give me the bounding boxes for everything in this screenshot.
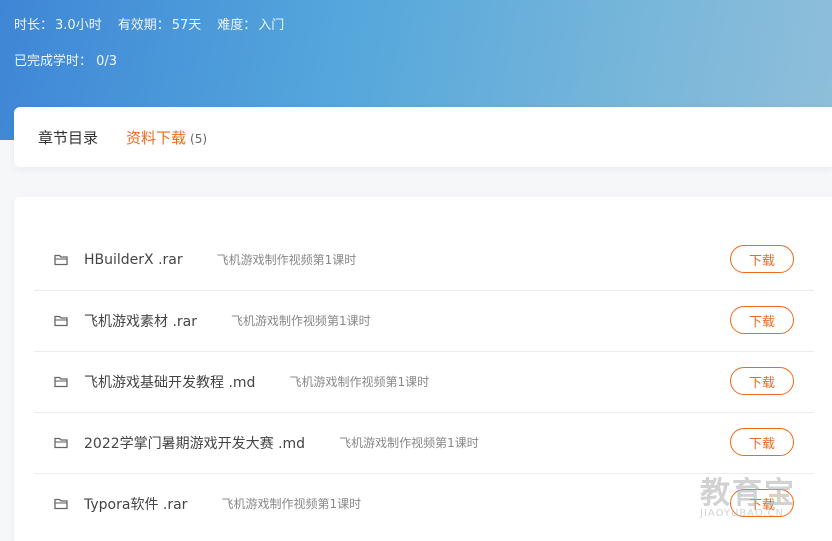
download-button[interactable]: 下载 [730, 489, 794, 517]
download-button[interactable]: 下载 [730, 367, 794, 395]
download-button[interactable]: 下载 [730, 428, 794, 456]
folder-icon [54, 376, 68, 387]
difficulty-label: 难度： [217, 18, 257, 33]
progress-value: 0/3 [96, 54, 118, 69]
file-desc: 飞机游戏制作视频第1课时 [231, 314, 371, 328]
file-name[interactable]: 飞机游戏基础开发教程 .md [84, 372, 255, 392]
tab-downloads[interactable]: 资料下载 (5) [126, 127, 207, 148]
tab-downloads-label: 资料下载 [126, 128, 187, 147]
file-row: 2022学掌门暑期游戏开发大赛 .md 飞机游戏制作视频第1课时 下载 [34, 412, 814, 474]
folder-icon [54, 437, 68, 448]
file-desc: 飞机游戏制作视频第1课时 [221, 497, 362, 511]
duration-label: 时长： [14, 18, 54, 33]
folder-icon [54, 315, 68, 326]
validity-value: 57天 [171, 18, 202, 33]
difficulty-value: 入门 [258, 18, 285, 33]
course-meta: 时长： 3.0小时 有效期： 57天 难度： 入门 [14, 14, 286, 33]
file-name[interactable]: 飞机游戏素材 .rar [84, 311, 197, 331]
tab-bar: 章节目录 资料下载 (5) [14, 107, 832, 167]
progress-label: 已完成学时： [14, 54, 93, 69]
file-desc: 飞机游戏制作视频第1课时 [289, 375, 430, 389]
file-name[interactable]: Typora软件 .rar [84, 494, 187, 514]
file-list: HBuilderX .rar 飞机游戏制作视频第1课时 下载 飞机游戏素材 .r… [14, 197, 832, 541]
file-row: Typora软件 .rar 飞机游戏制作视频第1课时 下载 [34, 473, 814, 534]
duration-value: 3.0小时 [55, 18, 102, 33]
file-desc: 飞机游戏制作视频第1课时 [216, 253, 357, 267]
download-button[interactable]: 下载 [730, 245, 794, 273]
file-row: 飞机游戏基础开发教程 .md 飞机游戏制作视频第1课时 下载 [34, 351, 814, 413]
tab-chapters-label: 章节目录 [38, 128, 99, 147]
folder-icon [54, 254, 68, 265]
file-name[interactable]: 2022学掌门暑期游戏开发大赛 .md [84, 433, 305, 453]
tab-chapters[interactable]: 章节目录 [38, 127, 98, 148]
download-button[interactable]: 下载 [730, 306, 794, 334]
folder-icon [54, 498, 68, 509]
course-progress: 已完成学时： 0/3 [14, 50, 117, 69]
tab-downloads-count: (5) [190, 131, 208, 146]
file-desc: 飞机游戏制作视频第1课时 [339, 436, 479, 450]
file-row: HBuilderX .rar 飞机游戏制作视频第1课时 下载 [34, 229, 814, 291]
file-name[interactable]: HBuilderX .rar [84, 252, 183, 268]
validity-label: 有效期： [117, 18, 170, 33]
file-row: 飞机游戏素材 .rar 飞机游戏制作视频第1课时 下载 [34, 290, 814, 352]
